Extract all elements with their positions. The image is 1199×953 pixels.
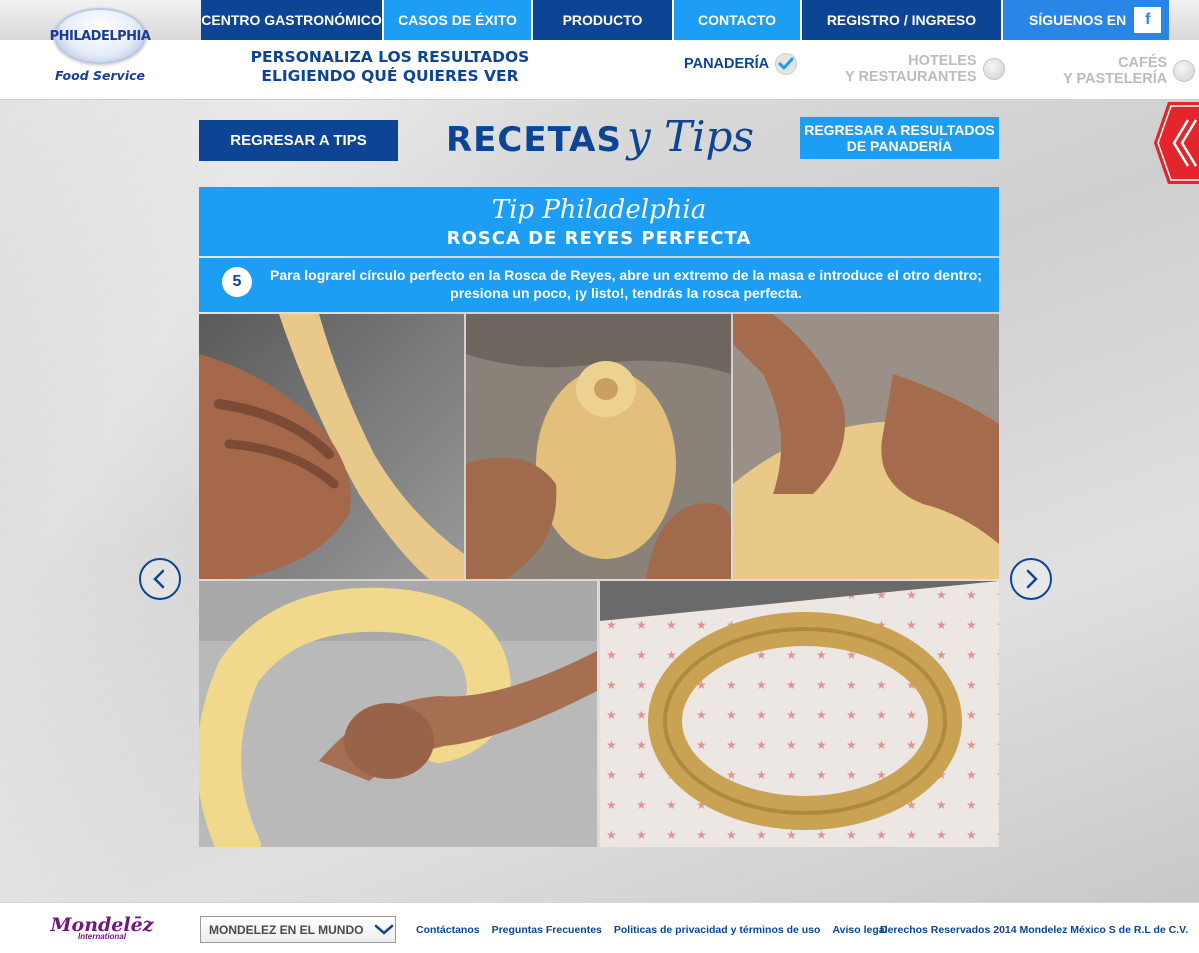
footer-link-contact[interactable]: Contáctanos — [416, 924, 480, 936]
tip-title: ROSCA DE REYES PERFECTA — [446, 228, 752, 249]
filter-hoteles-restaurantes[interactable]: HOTELES Y RESTAURANTES — [845, 53, 1005, 85]
footer-link-faq[interactable]: Preguntas Frecuentes — [492, 924, 602, 936]
filter-panaderia[interactable]: PANADERÍA — [684, 53, 798, 75]
filter-hoteles-label: HOTELES Y RESTAURANTES — [845, 53, 977, 85]
world-select-value: MONDELEZ EN EL MUNDO — [209, 922, 364, 937]
nav-contacto[interactable]: CONTACTO — [674, 0, 802, 40]
tip-header: Tip Philadelphia ROSCA DE REYES PERFECTA — [199, 187, 999, 256]
back-to-results-button[interactable]: REGRESAR A RESULTADOS DE PANADERÍA — [800, 117, 999, 159]
site-footer: Mondelēz International MONDELEZ EN EL MU… — [0, 902, 1199, 953]
step-photo-4 — [199, 581, 597, 847]
logo-oval: PHILADELPHIA — [50, 8, 151, 64]
checkmark-icon[interactable] — [775, 53, 798, 75]
logo-subtitle: Food Service — [54, 68, 145, 83]
step-text: Para lograrel círculo perfecto en la Ros… — [261, 266, 991, 302]
site-header: PHILADELPHIA Food Service CENTRO GASTRON… — [0, 0, 1199, 100]
page-title-script: y Tips — [627, 112, 754, 161]
filter-cafes-label: CAFÉS Y PASTELERÍA — [1063, 55, 1167, 87]
chevron-right-icon — [1026, 569, 1038, 589]
step-number-badge: 5 — [222, 267, 252, 297]
mondelez-logo[interactable]: Mondelēz International — [47, 915, 157, 945]
facebook-icon[interactable]: f — [1134, 7, 1162, 33]
step-photo-5: ★ — [600, 581, 999, 847]
step-photo-1 — [199, 314, 464, 579]
chevron-down-icon — [374, 924, 394, 935]
radio-unchecked-icon[interactable] — [1173, 60, 1196, 82]
back-to-results-line1: REGRESAR A RESULTADOS — [804, 122, 995, 138]
nav-registro-ingreso[interactable]: REGISTRO / INGRESO — [802, 0, 1003, 40]
radio-unchecked-icon[interactable] — [982, 58, 1005, 80]
step-photo-3 — [733, 314, 999, 579]
filter-cafes-line2: Y PASTELERÍA — [1063, 71, 1168, 87]
mondelez-world-select[interactable]: MONDELEZ EN EL MUNDO — [200, 916, 396, 943]
personalize-heading: PERSONALIZA LOS RESULTADOS ELIGIENDO QUÉ… — [220, 48, 560, 86]
tip-script-title: Tip Philadelphia — [491, 195, 707, 225]
filter-hoteles-line2: Y RESTAURANTES — [845, 69, 977, 85]
filter-panaderia-label: PANADERÍA — [684, 56, 769, 72]
filter-cafes-line1: CAFÉS — [1118, 55, 1168, 71]
page-title-word: RECETAS — [446, 120, 622, 160]
side-panel-tab[interactable] — [1154, 102, 1199, 184]
nav-producto[interactable]: PRODUCTO — [533, 0, 674, 40]
step-instructions: 5 Para lograrel círculo perfecto en la R… — [199, 258, 999, 312]
main-nav: CENTRO GASTRONÓMICO CASOS DE ÉXITO PRODU… — [201, 0, 1169, 40]
footer-links: Contáctanos Preguntas Frecuentes Politic… — [416, 924, 900, 936]
filter-hoteles-line1: HOTELES — [908, 53, 977, 69]
back-to-tips-button[interactable]: REGRESAR A TIPS — [199, 120, 398, 161]
main-content: REGRESAR A TIPS RECETAS y Tips REGRESAR … — [0, 100, 1199, 902]
footer-copyright: Derechos Reservados 2014 Mondelez México… — [880, 924, 1189, 936]
next-step-button[interactable] — [1010, 558, 1052, 600]
page-title: RECETAS y Tips — [400, 112, 800, 161]
personalize-line-2: ELIGIENDO QUÉ QUIERES VER — [261, 67, 519, 85]
follow-us: SÍGUENOS EN f — [1003, 0, 1169, 40]
previous-step-button[interactable] — [139, 558, 181, 600]
step-photo-2 — [466, 314, 731, 579]
footer-link-privacy[interactable]: Politicas de privacidad y términos de us… — [614, 924, 821, 936]
step-text-line2: presiona un poco, ¡y listo!, tendrás la … — [450, 285, 802, 301]
step-text-line1: Para lograrel círculo perfecto en la Ros… — [270, 267, 982, 283]
philadelphia-logo[interactable]: PHILADELPHIA Food Service — [44, 8, 156, 90]
follow-us-label: SÍGUENOS EN — [1029, 12, 1127, 28]
personalize-line-1: PERSONALIZA LOS RESULTADOS — [250, 48, 530, 66]
back-to-results-line2: DE PANADERÍA — [846, 138, 953, 154]
logo-brand-text: PHILADELPHIA — [49, 28, 151, 44]
filter-panaderia-line1: PANADERÍA — [684, 56, 770, 72]
chevron-left-icon — [153, 569, 165, 589]
filter-cafes-pasteleria[interactable]: CAFÉS Y PASTELERÍA — [1063, 55, 1196, 87]
nav-casos-de-exito[interactable]: CASOS DE ÉXITO — [384, 0, 533, 40]
nav-centro-gastronomico[interactable]: CENTRO GASTRONÓMICO — [201, 0, 384, 40]
